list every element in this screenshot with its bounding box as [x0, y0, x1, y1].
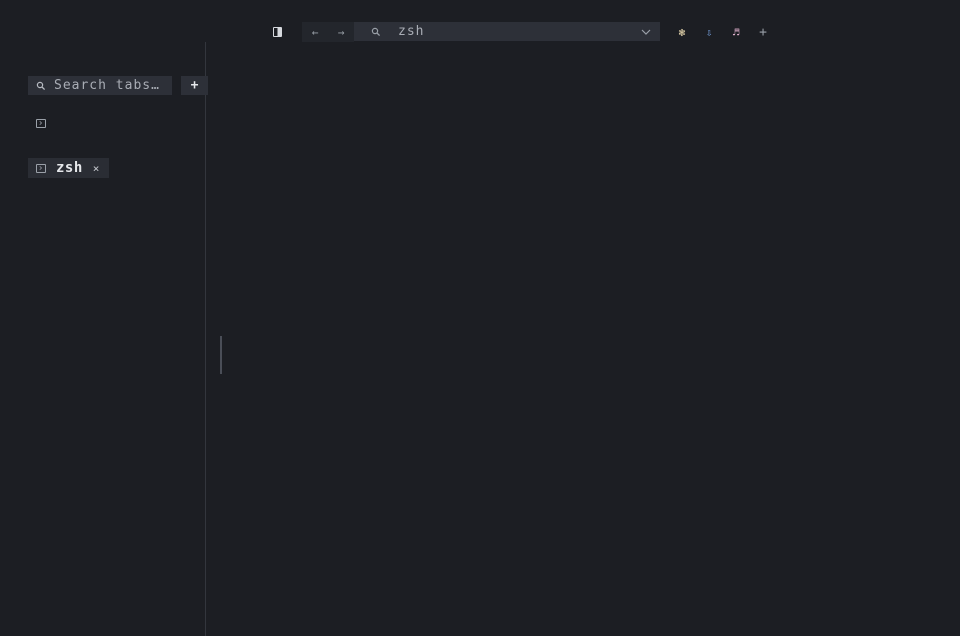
extension-button-2[interactable]: ⇩ — [698, 22, 720, 42]
add-extension-button[interactable]: + — [752, 22, 774, 42]
sidebar: + zsh × — [0, 42, 208, 636]
search-icon — [28, 81, 54, 91]
plus-icon: + — [759, 24, 767, 40]
tab-label: zsh — [56, 160, 83, 176]
navigation-group: ← → — [302, 22, 354, 42]
close-icon[interactable]: × — [93, 162, 100, 175]
arrow-right-icon: → — [337, 25, 345, 39]
address-input[interactable] — [398, 22, 632, 41]
address-bar[interactable] — [354, 22, 660, 41]
back-button[interactable]: ← — [302, 22, 328, 42]
forward-button[interactable]: → — [328, 22, 354, 42]
search-icon — [354, 27, 398, 37]
music-note-icon: ♬ — [732, 25, 740, 39]
terminal-icon[interactable] — [36, 119, 46, 128]
terminal-icon — [36, 163, 46, 173]
extension-button-3[interactable]: ♬ — [725, 22, 747, 42]
extension-1-icon: ❃ — [678, 25, 686, 39]
chevron-down-icon[interactable] — [632, 29, 660, 35]
extension-2-icon: ⇩ — [705, 25, 713, 39]
app-window: ← → ❃ ⇩ — [0, 0, 960, 636]
resize-handle[interactable] — [220, 336, 222, 374]
arrow-left-icon: ← — [311, 25, 319, 39]
tab-item[interactable]: zsh × — [28, 158, 109, 178]
extension-button-1[interactable]: ❃ — [671, 22, 693, 42]
sidebar-toggle-button[interactable] — [266, 22, 288, 42]
terminal-pane[interactable] — [206, 42, 960, 636]
sidebar-toggle-icon — [272, 27, 282, 37]
tab-search-field[interactable] — [28, 76, 172, 95]
tab-search-input[interactable] — [54, 78, 172, 93]
new-tab-button[interactable]: + — [181, 76, 208, 95]
